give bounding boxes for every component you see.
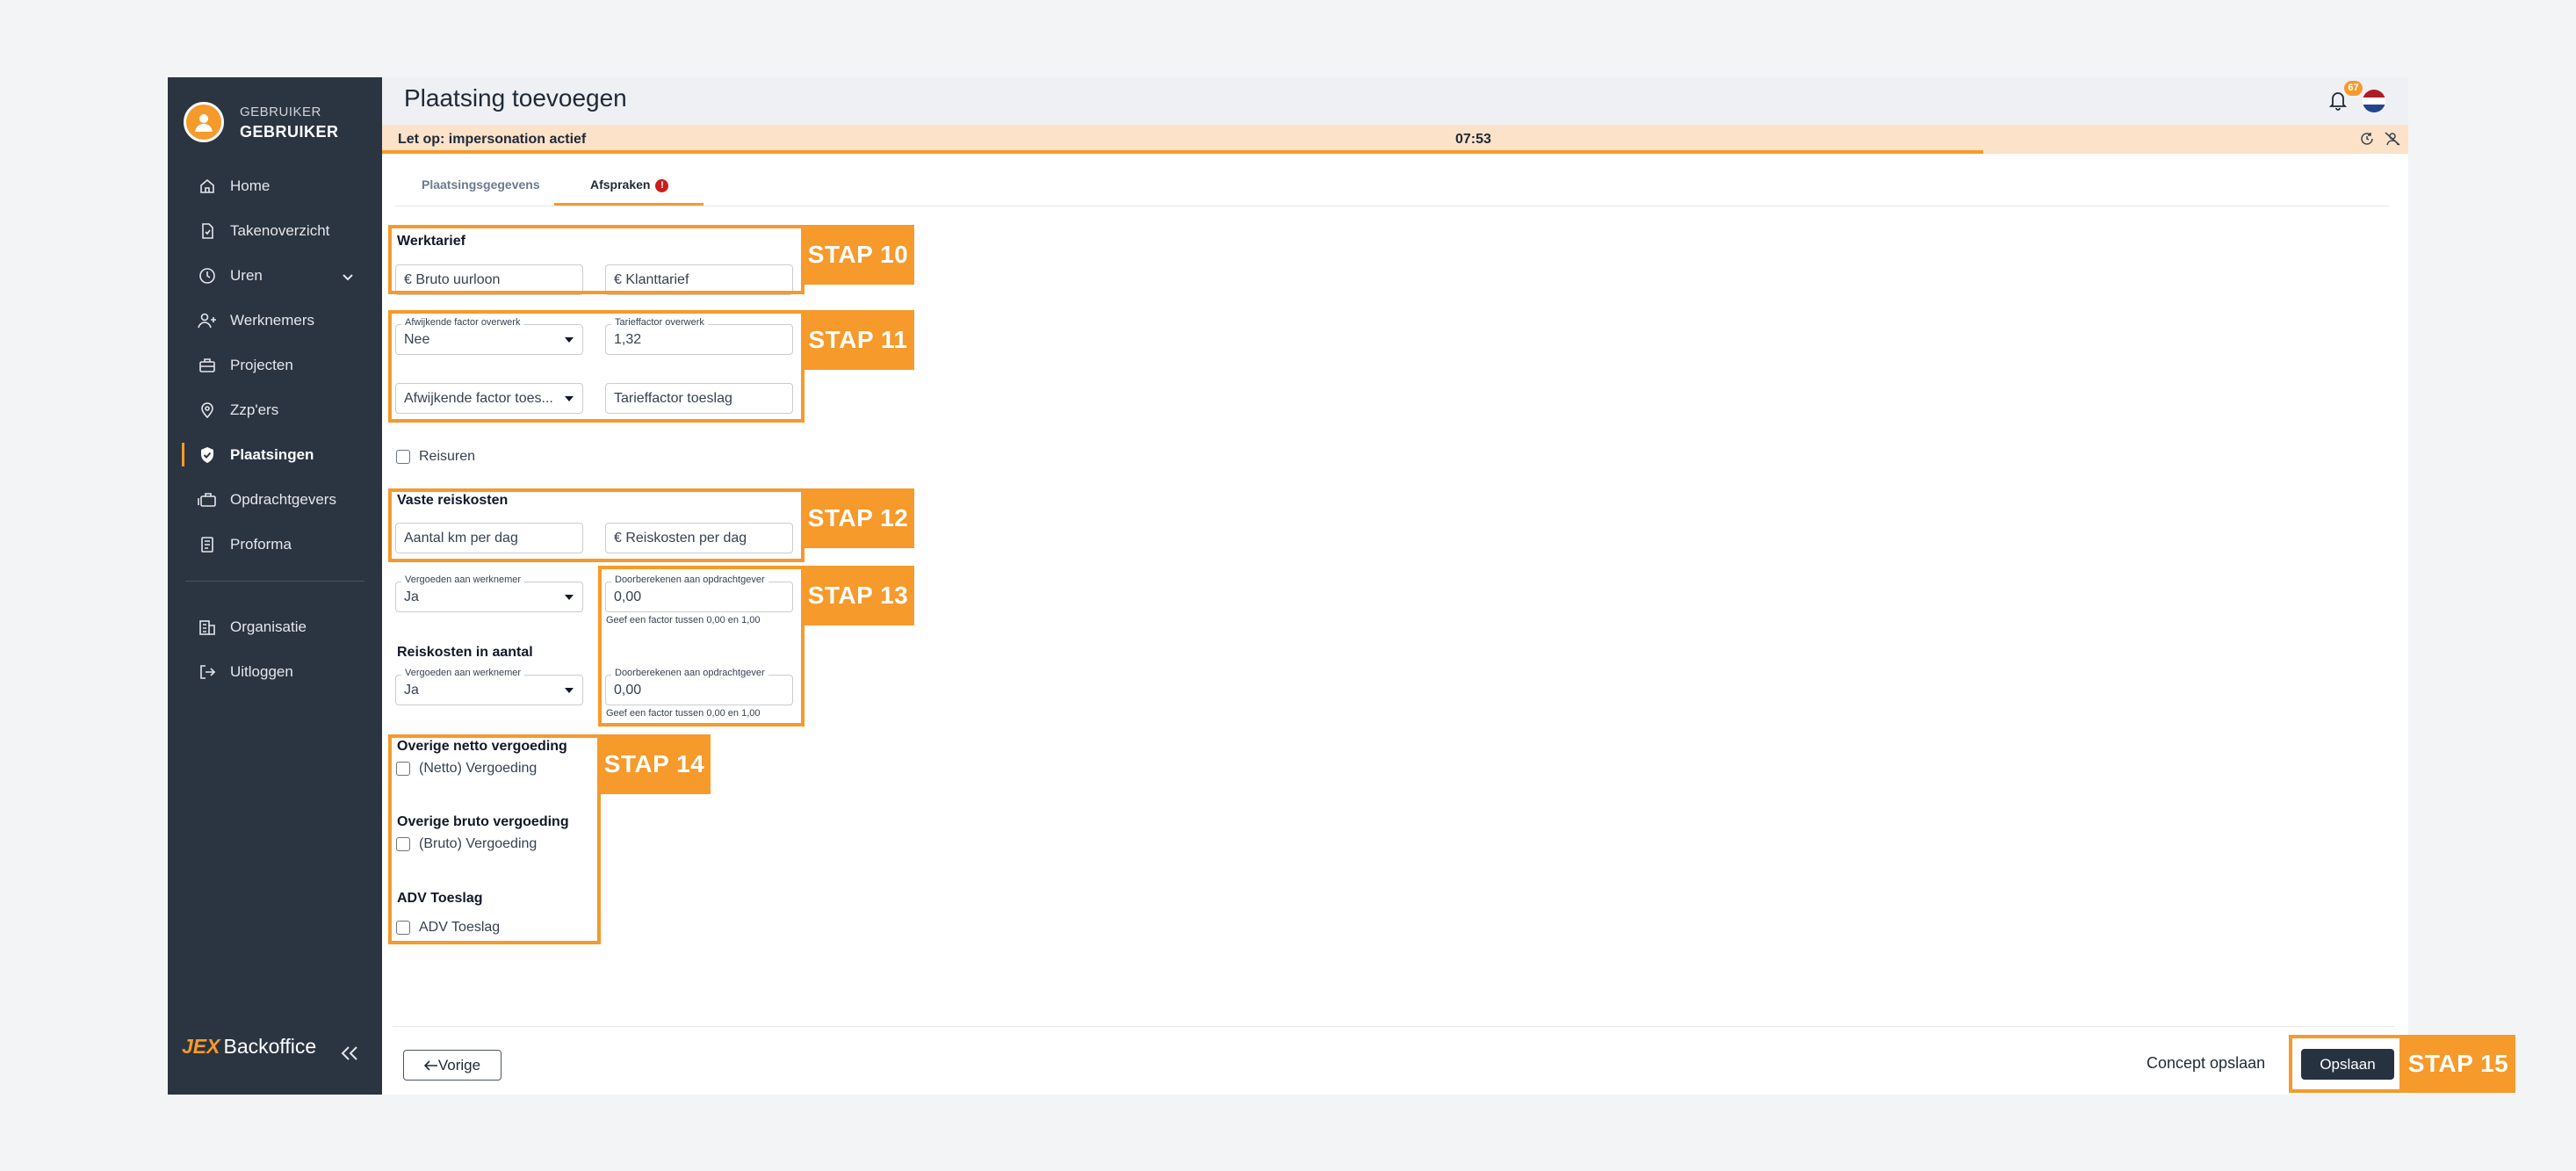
sidebar-secondary-nav: Organisatie Uitloggen (168, 604, 382, 694)
sidebar-item-label: Zzp'ers (230, 401, 279, 418)
suitcase-icon (198, 490, 217, 510)
sidebar-item-home[interactable]: Home (168, 163, 382, 208)
sidebar-item-label: Werknemers (230, 311, 315, 329)
tab-label: Plaatsingsgegevens (422, 177, 540, 192)
sidebar-item-uren[interactable]: Uren (168, 253, 382, 298)
concept-save-button[interactable]: Concept opslaan (2147, 1054, 2265, 1073)
sidebar-divider (185, 581, 364, 582)
user-name: GEBRUIKER (240, 123, 339, 141)
sidebar-item-plaatsingen[interactable]: Plaatsingen (168, 432, 382, 477)
step-13-label: STAP 13 (802, 566, 914, 625)
top-bar: Plaatsing toevoegen 67 (382, 77, 2408, 125)
document-icon (198, 535, 217, 554)
sidebar-item-organisatie[interactable]: Organisatie (168, 604, 382, 649)
sidebar: GEBRUIKER GEBRUIKER Home Takenoverzicht … (168, 77, 382, 1095)
task-list-icon (198, 221, 217, 241)
caret-down-icon (565, 594, 574, 600)
tab-plaatsingsgegevens[interactable]: Plaatsingsgegevens (422, 177, 540, 192)
app-window: GEBRUIKER GEBRUIKER Home Takenoverzicht … (168, 77, 2408, 1095)
impersonation-timer: 07:53 (1455, 132, 1491, 147)
step-15-label: STAP 15 (2401, 1035, 2515, 1093)
sidebar-nav: Home Takenoverzicht Uren Werknemers Proj… (168, 163, 382, 567)
step-10-label: STAP 10 (802, 225, 914, 285)
stop-impersonation-icon[interactable] (2385, 132, 2400, 150)
brand-name: Backoffice (223, 1035, 317, 1058)
flag-nl-icon[interactable] (2363, 90, 2385, 112)
user-profile[interactable]: GEBRUIKER GEBRUIKER (184, 102, 339, 142)
step-12-highlight (388, 488, 805, 562)
page-title: Plaatsing toevoegen (404, 84, 627, 112)
main-content: Plaatsing toevoegen 67 Let op: impersona… (382, 77, 2408, 1095)
tab-label: Afspraken (590, 177, 651, 192)
sidebar-item-label: Proforma (230, 535, 292, 553)
vergoeden-werknemer-aantal-select[interactable]: Vergoeden aan werknemer Ja (395, 668, 583, 705)
user-avatar-icon (195, 114, 213, 132)
arrow-left-icon (423, 1059, 437, 1071)
sidebar-item-label: Uren (230, 266, 263, 284)
sidebar-item-proforma[interactable]: Proforma (168, 522, 382, 567)
sidebar-item-label: Takenoverzicht (230, 221, 330, 239)
impersonation-progress (382, 150, 1983, 154)
brand-jex: JEX (182, 1035, 220, 1058)
sidebar-item-label: Opdrachtgevers (230, 490, 336, 508)
error-badge: ! (655, 178, 669, 192)
avatar (184, 102, 224, 142)
step-14-label: STAP 14 (598, 734, 711, 794)
step-11-highlight (388, 310, 805, 423)
sidebar-item-label: Uitloggen (230, 662, 293, 680)
clock-icon (198, 266, 217, 286)
users-icon (198, 311, 217, 330)
reisuren-checkbox[interactable] (396, 450, 410, 464)
user-role: GEBRUIKER (240, 105, 321, 119)
chevron-down-icon[interactable] (342, 269, 354, 286)
step-14-highlight (388, 734, 601, 944)
location-user-icon (198, 401, 217, 420)
notification-badge: 67 (2344, 81, 2363, 96)
sidebar-item-label: Home (230, 177, 271, 194)
sidebar-item-uitloggen[interactable]: Uitloggen (168, 649, 382, 694)
caret-down-icon (565, 687, 574, 693)
building-icon (198, 618, 217, 637)
tab-afspraken[interactable]: Afspraken! (590, 177, 669, 192)
sidebar-item-projecten[interactable]: Projecten (168, 343, 382, 387)
sidebar-item-opdrachtgevers[interactable]: Opdrachtgevers (168, 477, 382, 522)
sidebar-item-label: Organisatie (230, 618, 307, 635)
logout-icon (198, 662, 217, 682)
vergoeden-werknemer-select[interactable]: Vergoeden aan werknemer Ja (395, 575, 583, 612)
bell-icon[interactable] (2328, 90, 2348, 115)
sidebar-item-werknemers[interactable]: Werknemers (168, 298, 382, 343)
briefcase-icon (198, 356, 217, 375)
shield-check-icon (198, 445, 217, 465)
collapse-sidebar-icon[interactable] (340, 1045, 359, 1066)
reisuren-label: Reisuren (419, 449, 476, 464)
step-15-highlight (2289, 1035, 2403, 1093)
impersonation-label: Let op: impersonation actief (398, 132, 587, 147)
brand-logo: JEX Backoffice (182, 1035, 316, 1059)
previous-button-label: Vorige (437, 1056, 481, 1073)
sidebar-item-takenoverzicht[interactable]: Takenoverzicht (168, 208, 382, 253)
sidebar-item-zzpers[interactable]: Zzp'ers (168, 387, 382, 432)
step-10-highlight (388, 225, 805, 294)
step-13-highlight (598, 566, 805, 726)
home-icon (198, 177, 217, 196)
section-title-reiskosten-aantal: Reiskosten in aantal (397, 645, 533, 660)
footer-divider (393, 1026, 2395, 1027)
refresh-time-icon[interactable] (2360, 132, 2374, 150)
step-11-label: STAP 11 (802, 310, 914, 370)
step-12-label: STAP 12 (802, 488, 914, 548)
sidebar-item-label: Projecten (230, 356, 293, 373)
sidebar-item-label: Plaatsingen (230, 445, 314, 463)
previous-button[interactable]: Vorige (403, 1050, 501, 1081)
